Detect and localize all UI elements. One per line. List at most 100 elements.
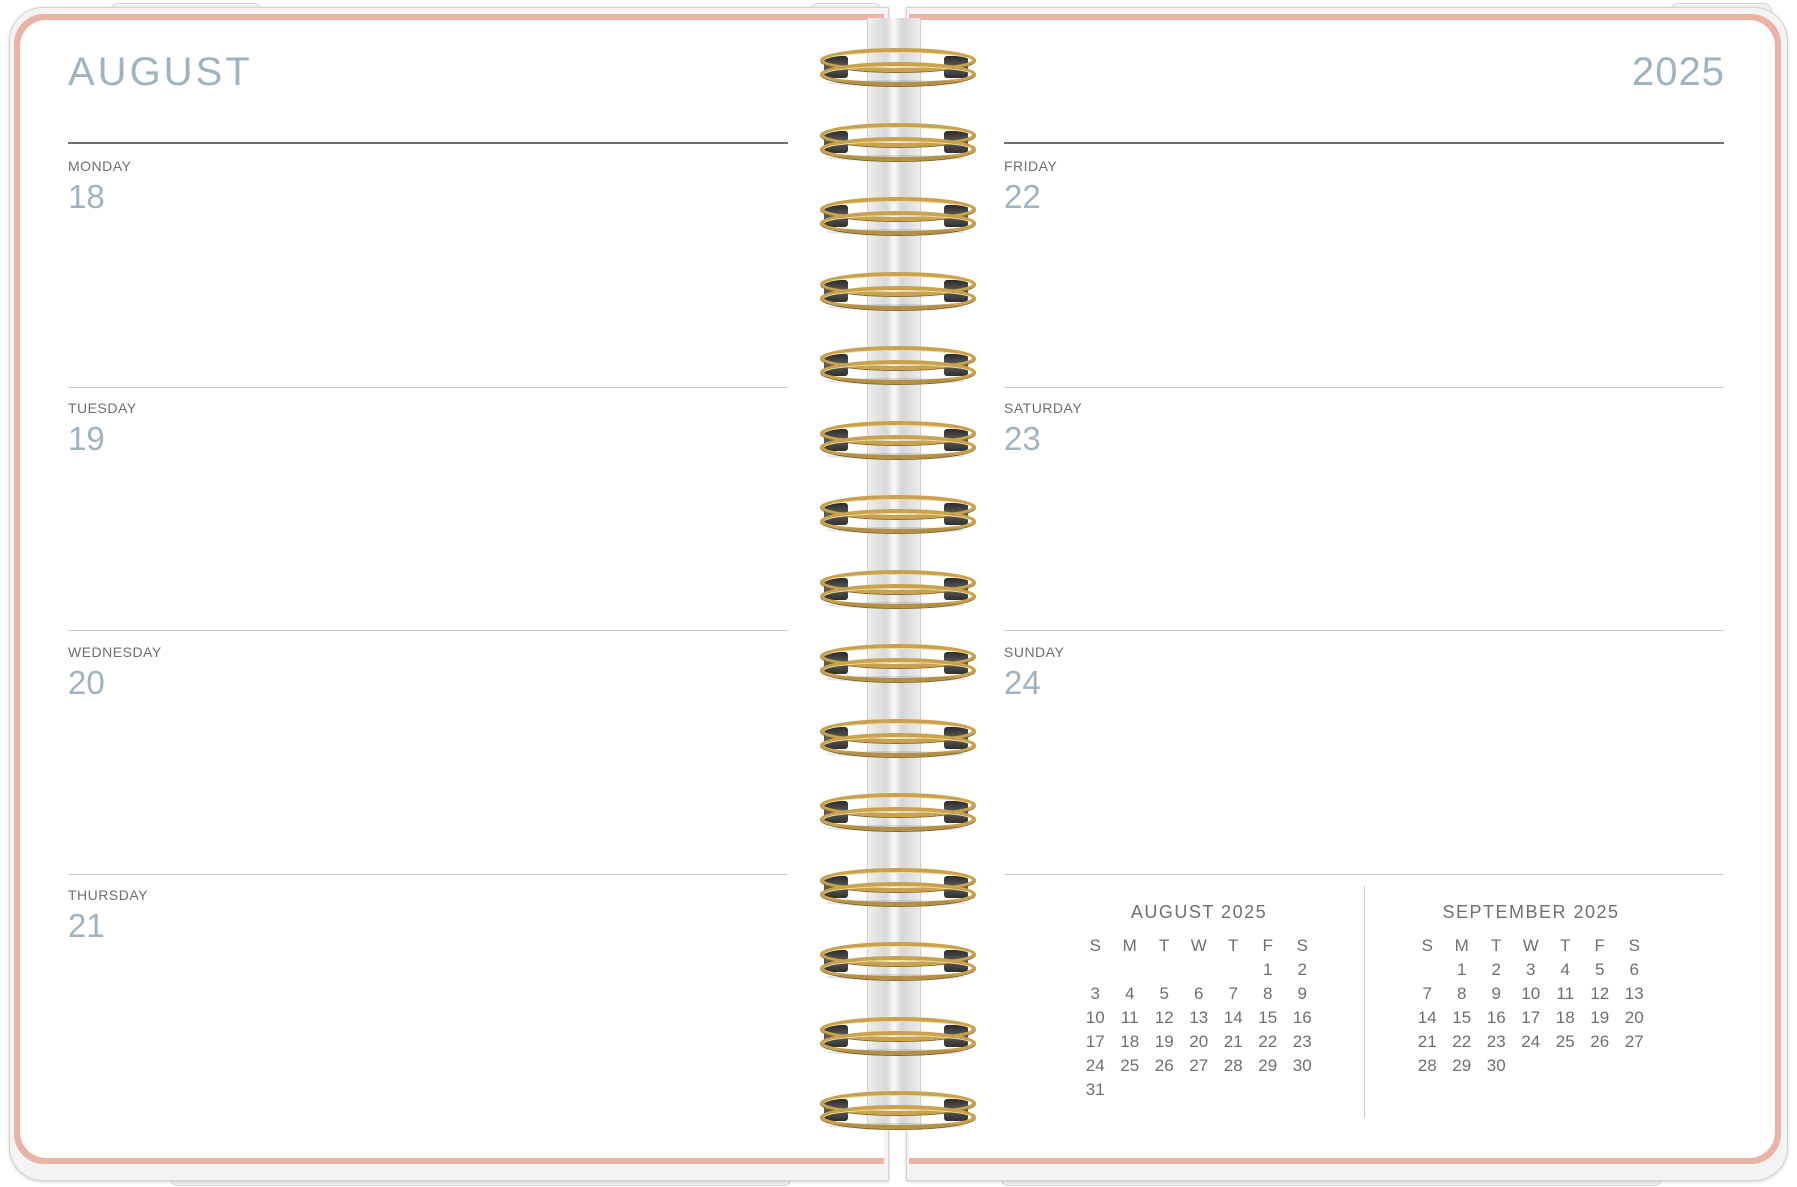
calendar-day: 28 — [1223, 1056, 1243, 1075]
calendar-day: 12 — [1154, 1008, 1174, 1027]
calendar-day: 16 — [1486, 1008, 1506, 1027]
spiral-coil — [820, 44, 976, 88]
day-divider — [1004, 630, 1724, 631]
calendar-day: 15 — [1452, 1008, 1472, 1027]
weekday-header: M — [1122, 936, 1137, 955]
mini-calendar-september: S M T W T F S 1 2 3 4 5 6 7 8 9 10 11 12 13 14 15 16 17 18 19 20 21… — [1410, 934, 1652, 1078]
calendar-day: 1 — [1457, 960, 1467, 979]
calendar-day: 2 — [1491, 960, 1501, 979]
coil-shadow — [826, 899, 966, 906]
spiral-coil — [820, 1013, 976, 1057]
calendar-day: 5 — [1595, 960, 1605, 979]
coil-shadow — [826, 825, 966, 831]
spiral-coil — [820, 715, 976, 759]
weekday-header: F — [1262, 936, 1273, 955]
spiral-coil — [820, 119, 976, 163]
calendar-day: 4 — [1560, 960, 1570, 979]
calendar-day: 14 — [1417, 1008, 1437, 1027]
spiral-coil — [820, 268, 976, 312]
calendar-day — [1078, 958, 1113, 982]
calendar-day: 11 — [1120, 1008, 1139, 1027]
calendar-day: 20 — [1189, 1032, 1209, 1051]
calendar-day — [1548, 1054, 1583, 1078]
header-rule-left — [68, 142, 788, 144]
calendar-day — [1216, 958, 1251, 982]
calendar-day: 27 — [1624, 1032, 1644, 1051]
day-name: SATURDAY — [1004, 400, 1083, 416]
calendar-day — [1617, 1054, 1652, 1078]
calendar-day: 10 — [1085, 1008, 1105, 1027]
coil-shadow — [826, 378, 966, 384]
calendar-day: 9 — [1297, 984, 1307, 1003]
spiral-coil — [820, 938, 976, 982]
calendar-day: 17 — [1521, 1008, 1541, 1027]
mini-calendar-title: AUGUST 2025 — [1130, 902, 1268, 922]
weekday-header: W — [1190, 936, 1207, 955]
calendar-day: 3 — [1526, 960, 1536, 979]
spiral-coil — [820, 640, 976, 684]
left-page — [20, 20, 884, 1158]
calendar-day: 12 — [1590, 984, 1610, 1003]
day-number: 22 — [1004, 178, 1041, 215]
spiral-coil — [820, 789, 976, 833]
calendar-day: 8 — [1263, 984, 1273, 1003]
calendar-day: 25 — [1555, 1032, 1575, 1051]
day-number: 18 — [68, 178, 105, 215]
calendar-day: 18 — [1120, 1032, 1140, 1051]
weekday-header: S — [1089, 936, 1101, 955]
spiral-coil — [820, 491, 976, 535]
mini-calendar-august: S M T W T F S 1 2 3 4 5 6 7 8 9 10 11 12 13 14 15 16 17 18 19 20 21… — [1078, 934, 1320, 1102]
spiral-coil — [820, 864, 976, 908]
calendar-day: 22 — [1258, 1032, 1278, 1051]
calendar-day: 15 — [1258, 1008, 1278, 1027]
calendar-day: 31 — [1085, 1080, 1105, 1099]
weekday-header: T — [1228, 936, 1239, 955]
calendar-day: 18 — [1555, 1008, 1575, 1027]
header-rule-right — [1004, 142, 1724, 144]
calendar-day: 25 — [1120, 1056, 1140, 1075]
calendar-day: 1 — [1263, 960, 1273, 979]
spiral-coil — [820, 342, 976, 386]
day-name: WEDNESDAY — [68, 644, 162, 660]
calendar-day: 24 — [1521, 1032, 1541, 1051]
coil-shadow — [826, 974, 966, 980]
coil-shadow — [826, 229, 966, 235]
calendar-day — [1182, 1078, 1217, 1102]
calendar-day: 28 — [1417, 1056, 1437, 1075]
calendar-day: 9 — [1491, 984, 1501, 1003]
calendar-day: 23 — [1486, 1032, 1506, 1051]
calendar-day: 21 — [1223, 1032, 1243, 1051]
weekday-header: T — [1159, 936, 1170, 955]
calendar-day — [1216, 1078, 1251, 1102]
calendar-day: 26 — [1590, 1032, 1610, 1051]
year-title: 2025 — [1632, 50, 1725, 94]
day-number: 23 — [1004, 420, 1041, 457]
spiral-coil — [820, 566, 976, 610]
calendar-day: 21 — [1417, 1032, 1437, 1051]
calendar-day — [1147, 958, 1182, 982]
calendar-day: 20 — [1624, 1008, 1644, 1027]
day-divider — [68, 387, 788, 388]
day-divider — [1004, 874, 1724, 875]
calendar-day — [1182, 958, 1217, 982]
coil-shadow — [826, 303, 966, 310]
weekday-header: S — [1628, 936, 1640, 955]
calendar-day: 30 — [1292, 1056, 1312, 1075]
coil-shadow — [826, 601, 966, 608]
calendar-day: 29 — [1258, 1056, 1278, 1075]
spiral-coil — [820, 193, 976, 237]
weekday-header: T — [1491, 936, 1502, 955]
coil-shadow — [826, 1048, 966, 1055]
weekday-header: W — [1522, 936, 1539, 955]
calendar-day: 24 — [1085, 1056, 1105, 1075]
calendar-day: 7 — [1228, 984, 1238, 1003]
calendar-day: 17 — [1085, 1032, 1105, 1051]
calendar-day — [1113, 1078, 1148, 1102]
weekday-header: S — [1296, 936, 1308, 955]
mini-calendar-divider — [1364, 886, 1365, 1118]
day-number: 20 — [68, 664, 105, 701]
day-divider — [1004, 387, 1724, 388]
month-title: AUGUST — [68, 50, 253, 94]
calendar-day — [1113, 958, 1148, 982]
day-divider — [68, 630, 788, 631]
